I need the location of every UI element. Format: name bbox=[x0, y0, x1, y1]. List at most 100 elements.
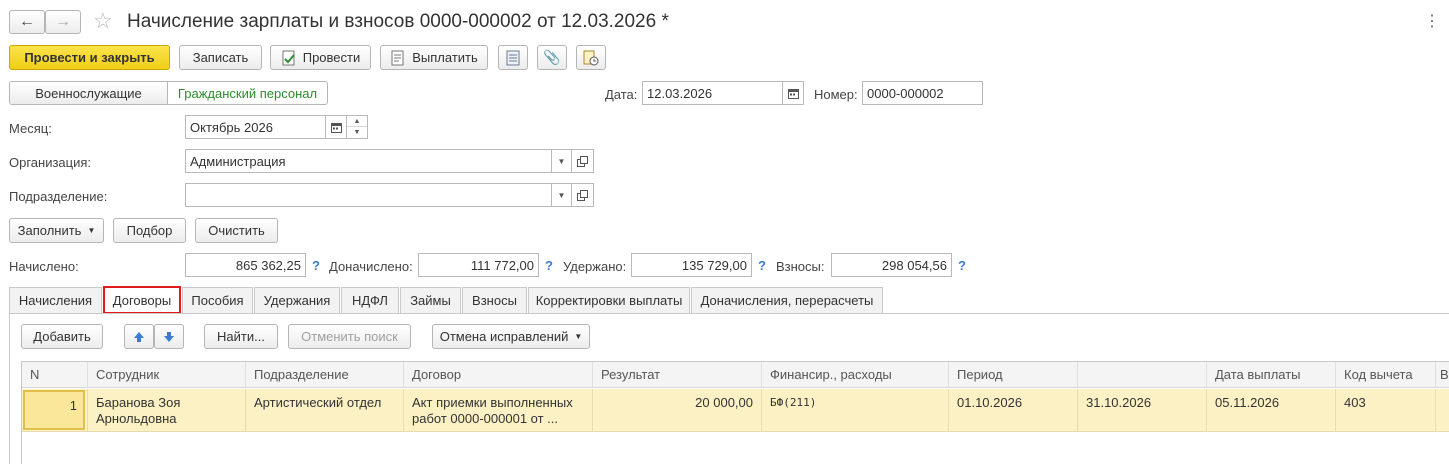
mode-civilian-button[interactable]: Гражданский персонал bbox=[168, 82, 327, 104]
forward-button[interactable]: → bbox=[45, 10, 81, 34]
pay-document-icon bbox=[390, 50, 406, 66]
add-row-button[interactable]: Добавить bbox=[21, 324, 103, 349]
pick-button[interactable]: Подбор bbox=[113, 218, 186, 243]
tab-additional-accruals[interactable]: Доначисления, перерасчеты bbox=[691, 287, 883, 313]
tab-loans[interactable]: Займы bbox=[400, 287, 461, 313]
calendar-icon bbox=[787, 88, 799, 99]
col-department[interactable]: Подразделение bbox=[246, 362, 404, 388]
row-n-cell[interactable]: 1 bbox=[22, 389, 88, 432]
row-period-start-cell[interactable]: 01.10.2026 bbox=[949, 389, 1078, 432]
cancel-corrections-label: Отмена исправлений bbox=[439, 329, 569, 344]
row-contract-cell[interactable]: Акт приемки выполненных работ 0000-00000… bbox=[404, 389, 593, 432]
month-stepper[interactable]: ▲ ▼ bbox=[347, 115, 368, 139]
attach-button[interactable]: 📎 bbox=[537, 45, 567, 70]
find-button[interactable]: Найти... bbox=[204, 324, 278, 349]
extra-accrued-field: 111 772,00 bbox=[418, 253, 539, 277]
row-period-end-cell[interactable]: 31.10.2026 bbox=[1078, 389, 1207, 432]
chevron-down-icon[interactable]: ▼ bbox=[347, 127, 367, 138]
cancel-search-button[interactable]: Отменить поиск bbox=[288, 324, 411, 349]
col-period-end[interactable] bbox=[1078, 362, 1207, 388]
dropdown-arrow-icon: ▼ bbox=[557, 156, 566, 166]
contributions-field: 298 054,56 bbox=[831, 253, 952, 277]
favorite-star-icon[interactable]: ☆ bbox=[93, 8, 113, 34]
col-contract[interactable]: Договор bbox=[404, 362, 593, 388]
document-history-icon bbox=[583, 50, 599, 66]
pay-button-label: Выплатить bbox=[412, 50, 478, 65]
tab-accruals[interactable]: Начисления bbox=[9, 287, 102, 313]
tab-contributions[interactable]: Взносы bbox=[462, 287, 527, 313]
report-list-icon bbox=[506, 50, 520, 66]
chevron-up-icon[interactable]: ▲ bbox=[347, 116, 367, 127]
row-deduction-code-cell[interactable]: 403 bbox=[1336, 389, 1436, 432]
arrow-down-icon bbox=[163, 331, 175, 343]
page-title: Начисление зарплаты и взносов 0000-00000… bbox=[127, 11, 669, 32]
organization-dropdown-button[interactable]: ▼ bbox=[552, 149, 572, 173]
row-employee-cell[interactable]: Баранова Зоя Арнольдовна bbox=[88, 389, 246, 432]
cancel-corrections-button[interactable]: Отмена исправлений ▼ bbox=[432, 324, 590, 349]
col-more[interactable]: В bbox=[1436, 362, 1449, 388]
col-result[interactable]: Результат bbox=[593, 362, 762, 388]
tab-payment-corrections[interactable]: Корректировки выплаты bbox=[528, 287, 690, 313]
department-dropdown-button[interactable]: ▼ bbox=[552, 183, 572, 207]
number-field[interactable]: 0000-000002 bbox=[862, 81, 983, 105]
col-financing[interactable]: Финансир., расходы bbox=[762, 362, 949, 388]
extra-accrued-help-icon[interactable]: ? bbox=[545, 258, 553, 273]
open-form-icon bbox=[577, 189, 588, 201]
contributions-label: Взносы: bbox=[776, 259, 825, 274]
fill-button-label: Заполнить bbox=[17, 223, 82, 238]
clear-button[interactable]: Очистить bbox=[195, 218, 278, 243]
post-button[interactable]: Провести bbox=[270, 45, 371, 70]
number-label: Номер: bbox=[814, 87, 858, 102]
organization-field[interactable]: Администрация bbox=[185, 149, 552, 173]
row-financing-cell[interactable]: БФ(211) bbox=[762, 389, 949, 432]
col-n[interactable]: N bbox=[22, 362, 88, 388]
department-field[interactable] bbox=[185, 183, 552, 207]
back-button[interactable]: ← bbox=[9, 10, 45, 34]
tab-ndfl[interactable]: НДФЛ bbox=[341, 287, 399, 313]
organization-open-button[interactable] bbox=[572, 149, 594, 173]
col-deduction-code[interactable]: Код вычета bbox=[1336, 362, 1436, 388]
pay-button[interactable]: Выплатить bbox=[380, 45, 488, 70]
col-employee[interactable]: Сотрудник bbox=[88, 362, 246, 388]
tab-deductions[interactable]: Удержания bbox=[254, 287, 340, 313]
post-document-icon bbox=[281, 50, 297, 66]
department-open-button[interactable] bbox=[572, 183, 594, 207]
col-pay-date[interactable]: Дата выплаты bbox=[1207, 362, 1336, 388]
date-field[interactable]: 12.03.2026 bbox=[642, 81, 783, 105]
contributions-help-icon[interactable]: ? bbox=[958, 258, 966, 273]
row-pay-date-cell[interactable]: 05.11.2026 bbox=[1207, 389, 1336, 432]
month-calendar-button[interactable] bbox=[326, 115, 347, 139]
extra-accrued-label: Доначислено: bbox=[329, 259, 413, 274]
dropdown-arrow-icon: ▼ bbox=[557, 190, 566, 200]
report-button[interactable] bbox=[498, 45, 528, 70]
accrued-field: 865 362,25 bbox=[185, 253, 306, 277]
move-up-button[interactable] bbox=[124, 324, 154, 349]
department-label: Подразделение: bbox=[9, 189, 108, 204]
withheld-label: Удержано: bbox=[563, 259, 627, 274]
withheld-field: 135 729,00 bbox=[631, 253, 752, 277]
dropdown-arrow-icon: ▼ bbox=[574, 332, 583, 341]
withheld-help-icon[interactable]: ? bbox=[758, 258, 766, 273]
row-department-cell[interactable]: Артистический отдел bbox=[246, 389, 404, 432]
history-button[interactable] bbox=[576, 45, 606, 70]
write-button[interactable]: Записать bbox=[179, 45, 262, 70]
fill-button[interactable]: Заполнить ▼ bbox=[9, 218, 104, 243]
tab-contracts[interactable]: Договоры bbox=[103, 286, 181, 314]
row-result-cell[interactable]: 20 000,00 bbox=[593, 389, 762, 432]
arrow-left-icon: ← bbox=[19, 13, 35, 30]
calendar-icon bbox=[330, 122, 342, 133]
post-and-close-button[interactable]: Провести и закрыть bbox=[9, 45, 170, 70]
accrued-help-icon[interactable]: ? bbox=[312, 258, 320, 273]
move-down-button[interactable] bbox=[154, 324, 184, 349]
mode-military-button[interactable]: Военнослужащие bbox=[10, 82, 168, 104]
open-form-icon bbox=[577, 155, 588, 167]
row-n-value: 1 bbox=[23, 390, 85, 430]
tab-benefits[interactable]: Пособия bbox=[182, 287, 253, 313]
month-field[interactable]: Октябрь 2026 bbox=[185, 115, 326, 139]
col-period[interactable]: Период bbox=[949, 362, 1078, 388]
more-actions-icon[interactable]: ⋮ bbox=[1424, 11, 1440, 31]
date-label: Дата: bbox=[605, 87, 638, 102]
arrow-right-icon: → bbox=[55, 13, 71, 30]
date-calendar-button[interactable] bbox=[783, 81, 804, 105]
post-button-label: Провести bbox=[302, 50, 361, 65]
